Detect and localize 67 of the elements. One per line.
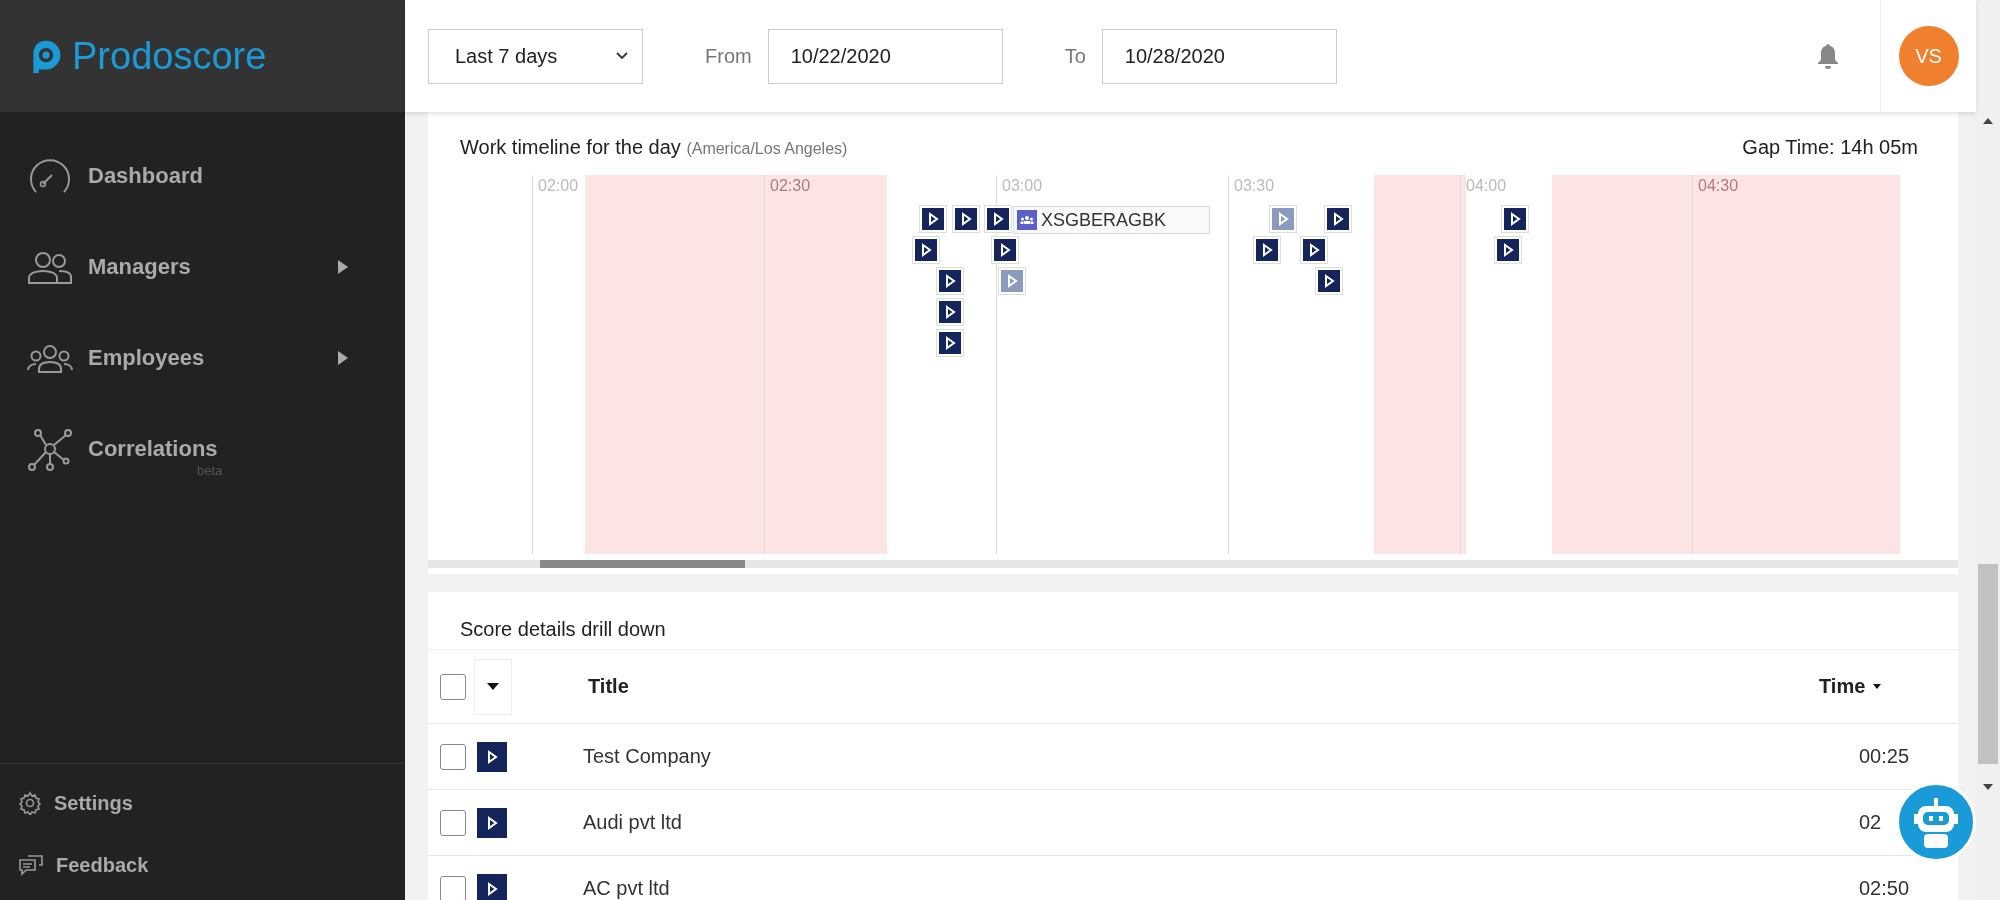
app-event-icon[interactable] bbox=[992, 237, 1018, 263]
app-event-icon[interactable] bbox=[937, 268, 963, 294]
time-tick: 03:00 bbox=[1002, 177, 1043, 195]
chevron-down-icon bbox=[616, 52, 628, 60]
settings-icon bbox=[18, 791, 42, 815]
chat-bubbles-icon bbox=[18, 853, 44, 877]
app-icon bbox=[477, 741, 507, 772]
scrollbar-thumb[interactable] bbox=[1978, 564, 1998, 764]
table-cell-text: 02 bbox=[1858, 811, 1883, 834]
nav-item[interactable]: Employees bbox=[0, 312, 405, 403]
footer-nav-item[interactable]: Settings bbox=[0, 772, 405, 834]
from-label: From bbox=[705, 44, 752, 68]
table-cell-text: Test Company bbox=[583, 745, 712, 768]
time-tick: 02:30 bbox=[770, 177, 811, 195]
nav-label: Employees bbox=[88, 344, 205, 371]
nav-label: Managers bbox=[88, 253, 191, 280]
scroll-up-icon[interactable] bbox=[1983, 118, 1993, 124]
gap-time: Gap Time: 14h 05m bbox=[1742, 136, 1918, 159]
footer-nav-label: Settings bbox=[54, 791, 133, 815]
column-header[interactable]: Time bbox=[1819, 675, 1924, 698]
time-tick: 04:00 bbox=[1466, 177, 1507, 195]
app-event-icon[interactable] bbox=[913, 237, 939, 263]
row-checkbox[interactable] bbox=[440, 809, 466, 836]
app-event-icon[interactable] bbox=[1495, 237, 1521, 263]
row-checkbox[interactable] bbox=[440, 875, 466, 900]
app-event-icon[interactable] bbox=[985, 206, 1011, 232]
table-cell-text: AC pvt ltd bbox=[583, 877, 671, 900]
select-all-checkbox[interactable] bbox=[440, 673, 466, 700]
timeline-title: Work timeline for the day (America/Los Angeles) bbox=[460, 136, 848, 159]
nav-item[interactable]: Managers bbox=[0, 221, 405, 312]
table-cell-text: 00:25 bbox=[1858, 745, 1911, 768]
app-event-icon[interactable] bbox=[953, 206, 979, 232]
app-event-icon[interactable] bbox=[1254, 237, 1280, 263]
app-event-icon[interactable] bbox=[937, 330, 963, 356]
to-date-field[interactable]: 10/28/2020 bbox=[1101, 28, 1337, 84]
meeting-event[interactable]: XSGBERAGBK bbox=[1013, 206, 1210, 234]
logo-text: Prodoscore bbox=[72, 34, 267, 78]
date-range-select[interactable]: Last 7 days bbox=[428, 28, 643, 84]
to-label: To bbox=[1064, 44, 1086, 68]
time-tick: 02:00 bbox=[538, 177, 579, 195]
caret-down-icon bbox=[487, 682, 499, 691]
horizontal-scrollbar[interactable] bbox=[428, 560, 1958, 568]
table-cell-text: 02:50 bbox=[1858, 877, 1911, 900]
nav-item[interactable]: Dashboard bbox=[0, 130, 405, 221]
app-event-icon[interactable] bbox=[1325, 206, 1351, 232]
app-event-icon[interactable] bbox=[1301, 237, 1327, 263]
app-event-icon[interactable] bbox=[937, 299, 963, 325]
app-event-icon[interactable] bbox=[920, 206, 946, 232]
column-header[interactable]: Title bbox=[588, 675, 1819, 698]
table-cell-text: Audi pvt ltd bbox=[583, 811, 683, 834]
nav-label: Correlations bbox=[88, 435, 218, 462]
app-event-icon[interactable] bbox=[1316, 268, 1342, 294]
time-tick: 03:30 bbox=[1234, 177, 1275, 195]
people-icon bbox=[1017, 210, 1037, 230]
score-details-title: Score details drill down bbox=[428, 592, 1958, 650]
nav-label: Dashboard bbox=[88, 162, 203, 189]
app-event-icon[interactable] bbox=[1502, 206, 1528, 232]
footer-nav-item[interactable]: Feedback bbox=[0, 834, 405, 896]
time-tick: 04:30 bbox=[1698, 177, 1739, 195]
scroll-down-icon[interactable] bbox=[1983, 784, 1993, 790]
scrollbar-thumb[interactable] bbox=[540, 560, 745, 568]
bell-icon[interactable] bbox=[1816, 42, 1840, 70]
from-date-field[interactable]: 10/22/2020 bbox=[767, 28, 1003, 84]
app-icon bbox=[477, 807, 507, 838]
footer-nav-label: Feedback bbox=[56, 853, 149, 877]
sort-icon bbox=[1873, 684, 1882, 689]
row-checkbox[interactable] bbox=[440, 743, 466, 770]
